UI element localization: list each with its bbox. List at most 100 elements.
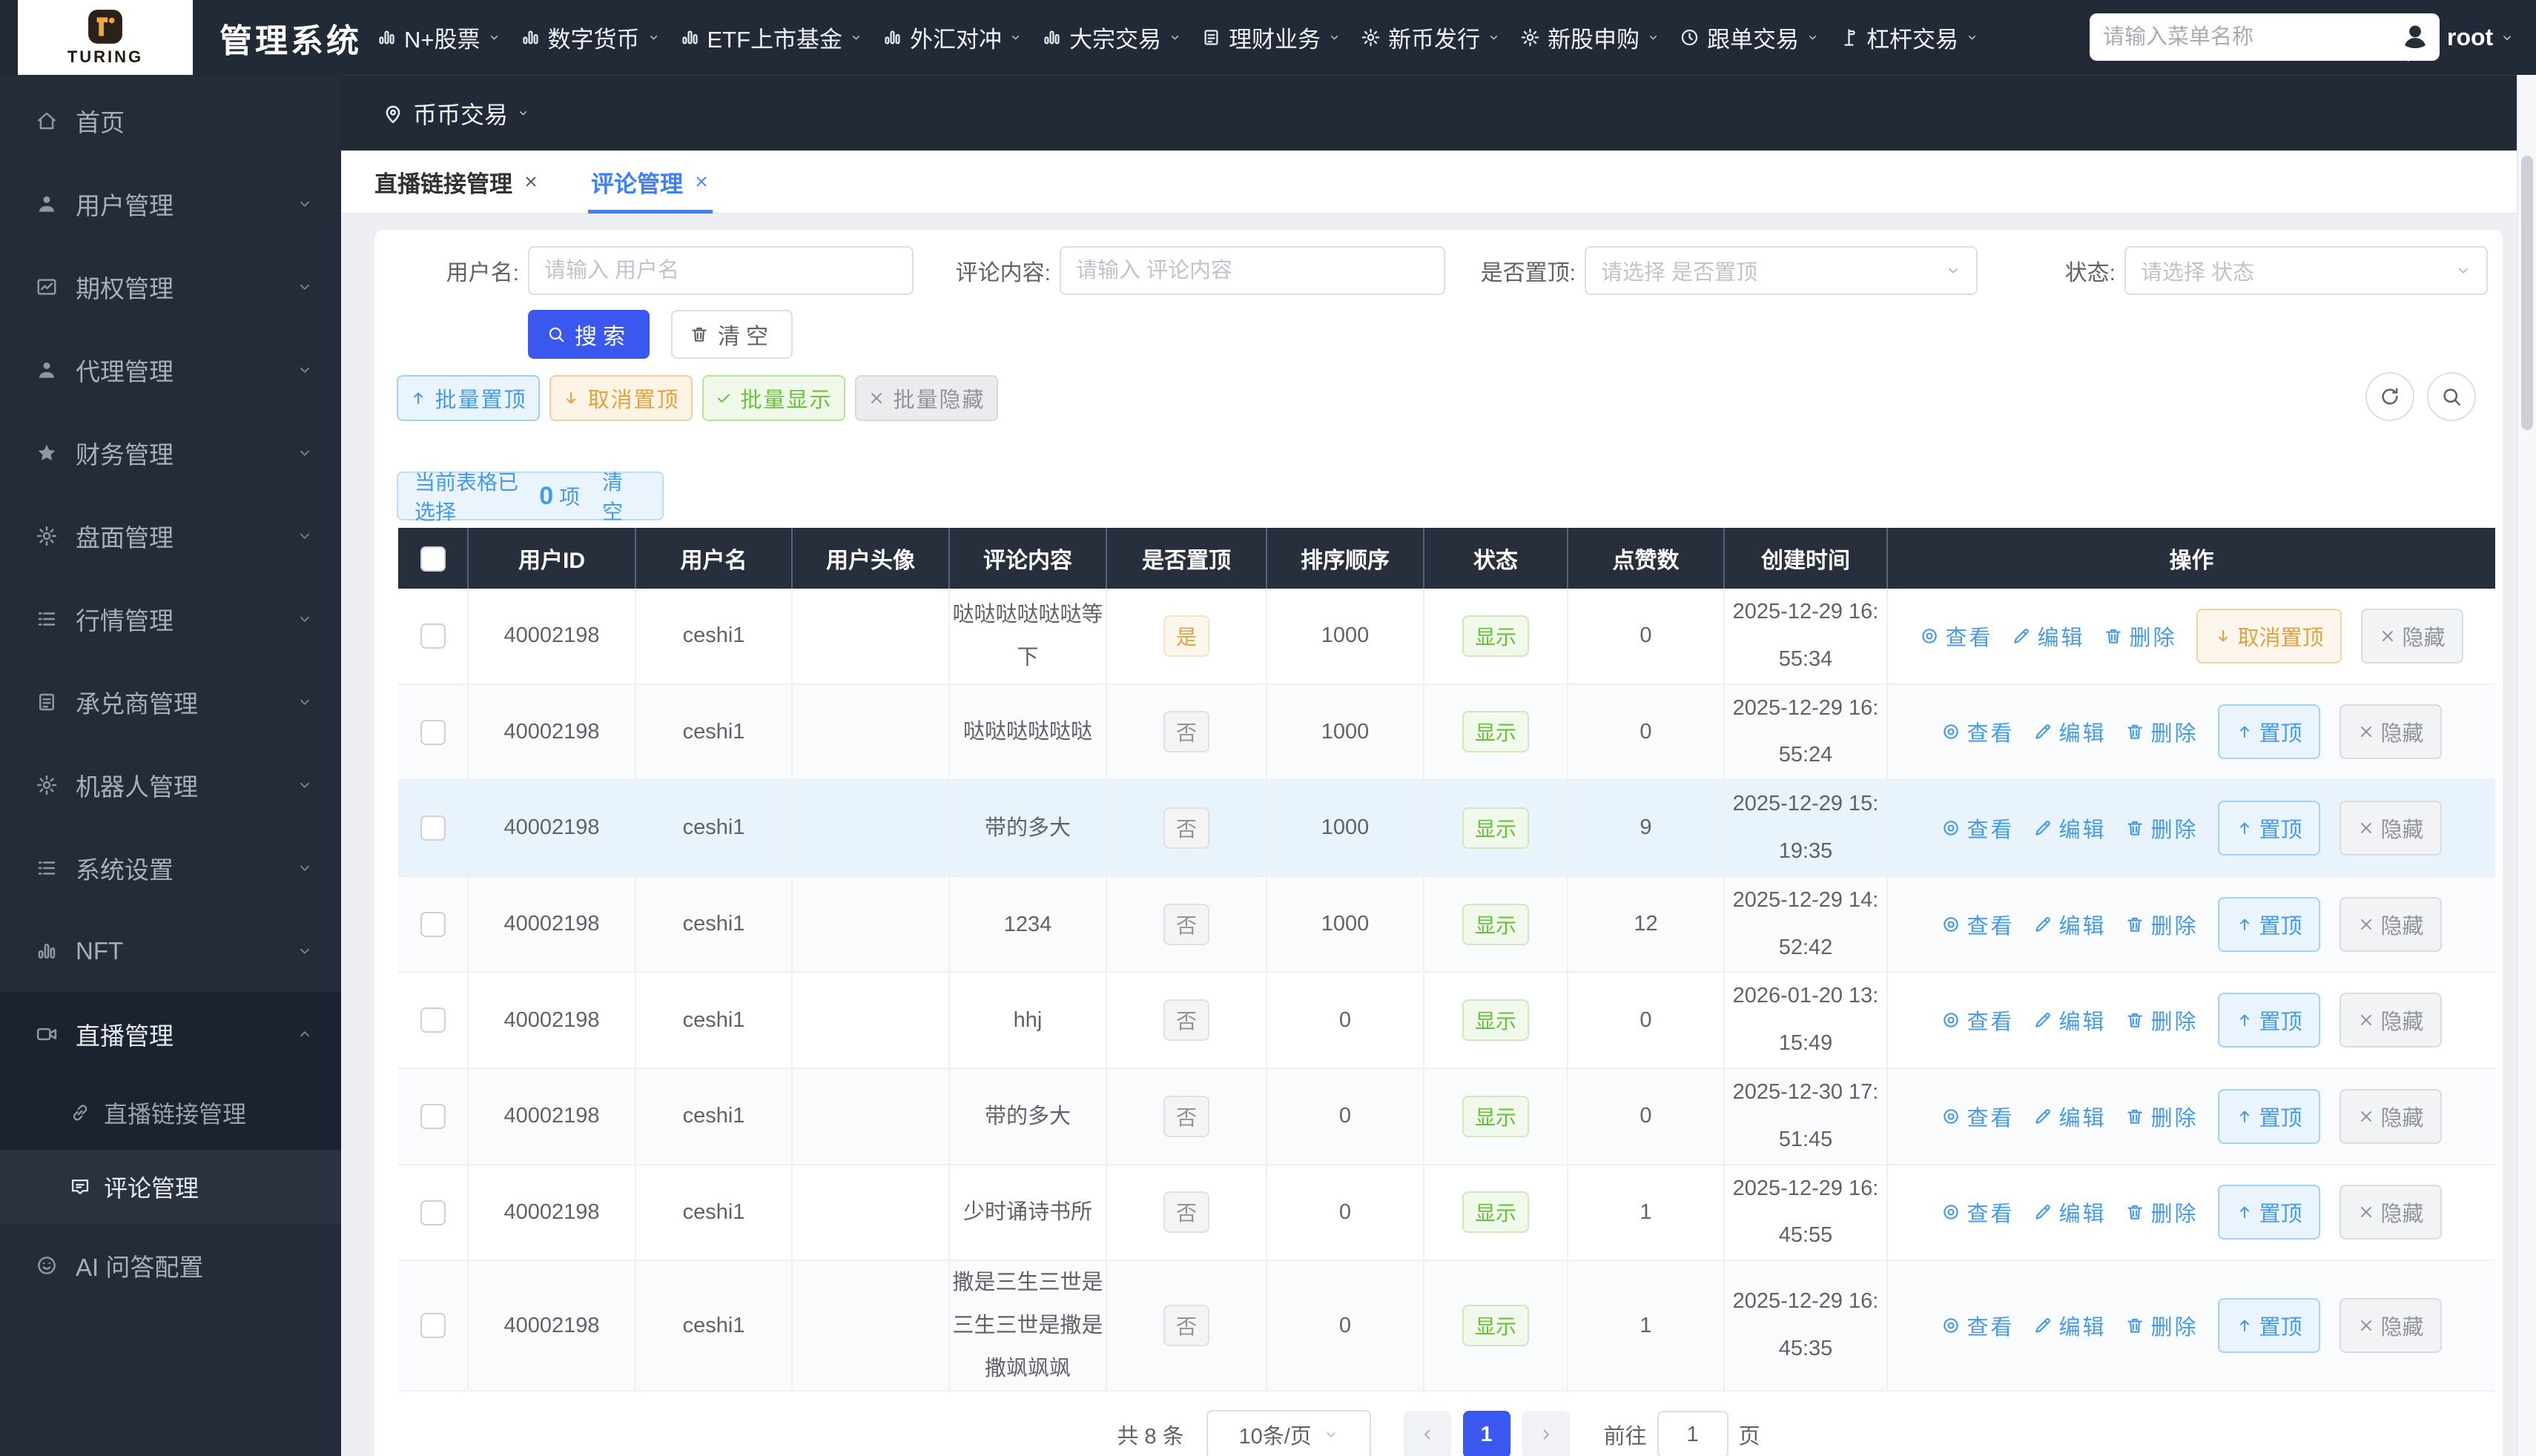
sidebar-item-评论管理[interactable]: 评论管理 [0,1150,341,1224]
refresh-button[interactable] [2365,372,2414,421]
edit-link[interactable]: 编辑 [2033,1197,2106,1228]
topnav-item[interactable]: 杠杆交易 [1839,21,1978,54]
username-filter-input[interactable] [529,259,912,283]
hide-button[interactable]: 隐藏 [2339,1089,2442,1144]
delete-link[interactable]: 删除 [2104,621,2176,652]
sidebar-item-直播管理[interactable]: 直播管理 [0,993,341,1076]
pin-button[interactable]: 置顶 [2218,993,2320,1048]
page-scrollbar[interactable] [2517,0,2536,1456]
row-checkbox[interactable] [420,1007,446,1033]
view-link[interactable]: 查看 [1941,1310,2014,1341]
edit-link[interactable]: 编辑 [2012,621,2084,652]
view-link[interactable]: 查看 [1941,813,2014,844]
view-link[interactable]: 查看 [1941,1197,2014,1228]
delete-link[interactable]: 删除 [2125,813,2198,844]
batch-button-green[interactable]: 批量显示 [702,375,845,421]
edit-link[interactable]: 编辑 [2033,813,2106,844]
menu-search-input[interactable] [2090,25,2407,50]
sidebar-item-ai-问答配置[interactable]: AI 问答配置 [0,1224,341,1307]
hide-button[interactable]: 隐藏 [2339,1185,2442,1240]
select-all-checkbox[interactable] [420,546,446,572]
delete-link[interactable]: 删除 [2125,1005,2198,1036]
page-size-select[interactable]: 10条/页 [1206,1410,1371,1456]
row-checkbox[interactable] [420,815,446,841]
row-checkbox[interactable] [420,912,446,937]
close-icon[interactable] [523,173,539,190]
view-link[interactable]: 查看 [1941,1101,2014,1132]
edit-link[interactable]: 编辑 [2033,1005,2106,1036]
topnav-item[interactable]: N+股票 [377,21,501,54]
sidebar-item-期权管理[interactable]: 期权管理 [0,245,341,328]
view-link[interactable]: 查看 [1941,909,2014,940]
view-link[interactable]: 查看 [1941,716,2014,747]
delete-link[interactable]: 删除 [2125,909,2198,940]
sidebar-item-行情管理[interactable]: 行情管理 [0,578,341,661]
pin-button[interactable]: 置顶 [2218,801,2320,856]
hide-button[interactable]: 隐藏 [2339,1298,2442,1353]
sidebar-item-机器人管理[interactable]: 机器人管理 [0,744,341,827]
topnav-item[interactable]: 理财业务 [1201,21,1341,54]
sidebar-item-系统设置[interactable]: 系统设置 [0,827,341,910]
scrollbar-thumb[interactable] [2521,156,2533,430]
search-button[interactable]: 搜索 [528,310,650,359]
batch-button-gray[interactable]: 批量隐藏 [855,375,998,421]
comment-filter-input[interactable] [1061,259,1444,283]
goto-page-input[interactable] [1657,1411,1728,1456]
hide-button[interactable]: 隐藏 [2339,704,2442,759]
pin-button[interactable]: 置顶 [2218,1298,2320,1353]
pin-button[interactable]: 置顶 [2218,704,2320,759]
tab-comment-manage[interactable]: 评论管理 [591,150,710,214]
row-checkbox[interactable] [420,720,446,745]
sidebar-item-承兑商管理[interactable]: 承兑商管理 [0,661,341,744]
user-avatar-icon[interactable] [2389,11,2441,63]
row-checkbox[interactable] [420,1313,446,1338]
topnav-item[interactable]: 外汇对冲 [882,21,1022,54]
sidebar-item-首页[interactable]: 首页 [0,79,341,162]
delete-link[interactable]: 删除 [2125,716,2198,747]
next-page-button[interactable] [1522,1411,1570,1456]
row-checkbox[interactable] [420,623,446,649]
row-checkbox[interactable] [420,1104,446,1129]
sidebar-item-代理管理[interactable]: 代理管理 [0,328,341,411]
row-checkbox[interactable] [420,1200,446,1225]
pin-button[interactable]: 置顶 [2218,897,2320,952]
clear-selection-link[interactable]: 清空 [602,466,646,526]
hide-button[interactable]: 隐藏 [2339,993,2442,1048]
unpin-button[interactable]: 取消置顶 [2196,609,2342,664]
edit-link[interactable]: 编辑 [2033,909,2106,940]
pin-button[interactable]: 置顶 [2218,1089,2320,1144]
tab-live-link-manage[interactable]: 直播链接管理 [374,150,539,214]
delete-link[interactable]: 删除 [2125,1101,2198,1132]
sidebar-item-直播链接管理[interactable]: 直播链接管理 [0,1076,341,1150]
edit-link[interactable]: 编辑 [2033,716,2106,747]
close-icon[interactable] [693,173,710,190]
column-search-button[interactable] [2427,372,2476,421]
edit-link[interactable]: 编辑 [2033,1101,2106,1132]
clear-button[interactable]: 清空 [671,310,793,359]
view-link[interactable]: 查看 [1920,621,1992,652]
batch-button-orange[interactable]: 取消置顶 [549,375,693,421]
user-menu[interactable]: root [2447,0,2514,75]
brand-logo[interactable]: TURING [18,0,193,75]
page-number-1[interactable]: 1 [1463,1411,1510,1456]
hide-button[interactable]: 隐藏 [2339,801,2442,856]
topnav-item[interactable]: 大宗交易 [1042,21,1181,54]
pin-button[interactable]: 置顶 [2218,1185,2320,1240]
topnav-item[interactable]: 数字货币 [521,21,660,54]
delete-link[interactable]: 删除 [2125,1310,2198,1341]
status-filter-select[interactable]: 请选择 状态 [2124,246,2488,295]
batch-button-blue[interactable]: 批量置顶 [397,375,540,421]
sidebar-item-盘面管理[interactable]: 盘面管理 [0,494,341,578]
sidebar-item-用户管理[interactable]: 用户管理 [0,162,341,245]
menu-search-box[interactable] [2090,13,2440,61]
topnav-item[interactable]: 新币发行 [1361,21,1500,54]
context-bar[interactable]: 币币交易 [341,75,2517,150]
prev-page-button[interactable] [1404,1411,1451,1456]
topnav-item[interactable]: ETF上市基金 [680,21,863,54]
topnav-item[interactable]: 跟单交易 [1680,21,1819,54]
view-link[interactable]: 查看 [1941,1005,2014,1036]
sidebar-item-财务管理[interactable]: 财务管理 [0,411,341,494]
topnav-item[interactable]: 新股申购 [1520,21,1660,54]
hide-button[interactable]: 隐藏 [2339,897,2442,952]
pinned-filter-select[interactable]: 请选择 是否置顶 [1585,246,1978,295]
